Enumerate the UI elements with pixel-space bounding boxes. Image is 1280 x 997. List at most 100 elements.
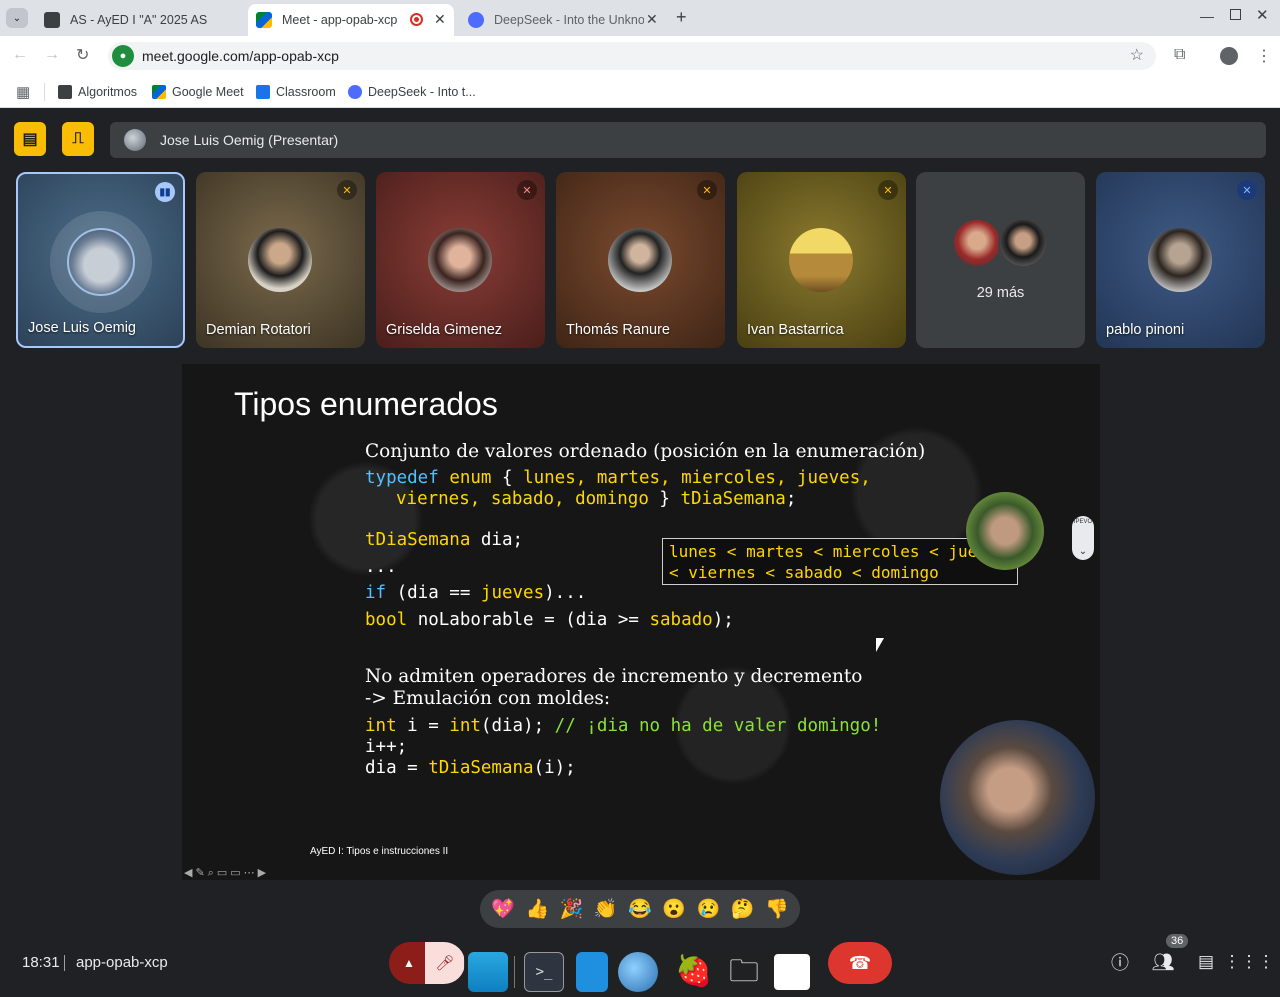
- avatar: [67, 228, 135, 296]
- leave-presentation-button[interactable]: ⎍: [62, 122, 94, 156]
- extensions-icon[interactable]: ⧉: [1174, 46, 1185, 64]
- close-tab-icon[interactable]: ✕: [434, 11, 446, 28]
- terminal-icon[interactable]: >_: [524, 952, 564, 992]
- activities-grid-icon[interactable]: ⋮⋮⋮: [1224, 950, 1275, 974]
- meeting-info-icon[interactable]: ⓘ: [1108, 950, 1132, 974]
- reload-icon[interactable]: ↻: [76, 45, 89, 65]
- text-editor-icon[interactable]: [772, 952, 812, 992]
- avatar: [248, 228, 312, 292]
- bookmarks-bar: ▦ Algoritmos Google Meet Classroom DeepS…: [0, 76, 1280, 108]
- avatar: [608, 228, 672, 292]
- audio-options-button[interactable]: ▲: [389, 942, 429, 984]
- strawberry-icon[interactable]: 🍓: [674, 952, 714, 992]
- code-line: typedef enum { lunes, martes, miercoles,…: [365, 468, 871, 488]
- reaction-party[interactable]: 🎉: [560, 897, 584, 921]
- mic-off-icon: ✕: [697, 180, 717, 200]
- reaction-thinking[interactable]: 🤔: [731, 897, 755, 921]
- mouse-cursor: [876, 638, 884, 652]
- stop-presenting-button[interactable]: ▤: [14, 122, 46, 156]
- bookmark-classroom[interactable]: Classroom: [256, 82, 336, 102]
- browser-globe-icon[interactable]: [618, 952, 658, 992]
- desktop-icon[interactable]: [468, 952, 508, 992]
- reaction-thumbs-down[interactable]: 👎: [765, 897, 789, 921]
- bookmark-google-meet[interactable]: Google Meet: [152, 82, 244, 102]
- shared-slide: Tipos enumerados Conjunto de valores ord…: [182, 364, 1100, 880]
- google-meet-icon: [152, 85, 166, 99]
- participant-tile[interactable]: ✕ Demian Rotatori: [196, 172, 365, 348]
- divider: [44, 83, 45, 101]
- chevron-down-icon[interactable]: ⌄: [1079, 546, 1087, 557]
- tab-meet[interactable]: Meet - app-opab-xcp ✕: [248, 4, 454, 36]
- deepseek-icon: [348, 85, 362, 99]
- avatar: [124, 129, 146, 151]
- mic-off-icon: 🎤︎: [435, 955, 455, 972]
- reaction-sad[interactable]: 😢: [697, 897, 721, 921]
- microphone-button[interactable]: 🎤︎: [425, 942, 465, 984]
- classroom-icon: [58, 85, 72, 99]
- recording-icon: [410, 13, 423, 26]
- mic-off-icon: ✕: [878, 180, 898, 200]
- presenting-label: Jose Luis Oemig (Presentar): [160, 132, 339, 148]
- reaction-heart[interactable]: 💖: [491, 897, 515, 921]
- close-tab-icon[interactable]: ✕: [646, 11, 658, 28]
- bookmark-algoritmos[interactable]: Algoritmos: [58, 82, 137, 102]
- back-icon[interactable]: ←: [12, 46, 28, 64]
- reaction-laugh[interactable]: 😂: [628, 897, 652, 921]
- slide-footer: AyED I: Tipos e instrucciones II: [310, 846, 449, 857]
- tab-deepseek[interactable]: DeepSeek - Into the Unkno ✕: [462, 4, 670, 36]
- file-manager-icon[interactable]: [576, 952, 608, 992]
- profile-avatar[interactable]: [1220, 47, 1238, 65]
- site-info-icon[interactable]: ●: [112, 45, 134, 67]
- code-line: int i = int(dia); // ¡dia no ha de valer…: [365, 716, 882, 736]
- minimize-icon[interactable]: —: [1200, 8, 1214, 24]
- presenter-thumbnail: [966, 492, 1044, 570]
- presenting-banner: Jose Luis Oemig (Presentar): [110, 122, 1266, 158]
- people-icon[interactable]: 👥︎: [1151, 950, 1175, 974]
- reaction-clap[interactable]: 👏: [594, 897, 618, 921]
- folder-icon[interactable]: 🗀: [724, 952, 764, 992]
- avatar: [998, 218, 1048, 268]
- slide-text: -> Emulación con moldes:: [365, 688, 611, 709]
- tab-strip: ⌄ AS - AyED I "A" 2025 AS - Al ✕ Meet - …: [0, 0, 1280, 36]
- reaction-thumbs-up[interactable]: 👍: [525, 897, 549, 921]
- leave-call-button[interactable]: ☎: [828, 942, 892, 984]
- reaction-surprised[interactable]: 😮: [662, 897, 686, 921]
- classroom-icon: [44, 12, 60, 28]
- forward-icon[interactable]: →: [44, 46, 60, 64]
- chevron-up-icon: ▲: [403, 956, 415, 970]
- code-line: dia = tDiaSemana(i);: [365, 758, 576, 778]
- code-line: bool noLaborable = (dia >= sabado);: [365, 610, 734, 630]
- ipevo-widget[interactable]: IPEVO ⌄: [1072, 516, 1094, 560]
- participant-tile[interactable]: ✕ pablo pinoni: [1096, 172, 1265, 348]
- restore-icon[interactable]: [1230, 9, 1241, 20]
- address-bar[interactable]: ● meet.google.com/app-opab-xcp ☆: [108, 42, 1156, 70]
- classroom-icon: [256, 85, 270, 99]
- bookmark-star-icon[interactable]: ☆: [1130, 45, 1144, 65]
- close-window-icon[interactable]: ✕: [1256, 6, 1269, 24]
- avatar: [1148, 228, 1212, 292]
- participant-tile[interactable]: ✕ Ivan Bastarrica: [737, 172, 906, 348]
- avatar: [789, 228, 853, 292]
- participant-tile[interactable]: ▮▮ Jose Luis Oemig: [16, 172, 185, 348]
- mic-off-icon: ✕: [337, 180, 357, 200]
- slideshow-controls[interactable]: ◀✎⌕▭▭⋯▶: [184, 866, 269, 880]
- divider: [514, 956, 515, 988]
- url-text: meet.google.com/app-opab-xcp: [142, 48, 339, 64]
- deepseek-icon: [468, 12, 484, 28]
- bookmark-deepseek[interactable]: DeepSeek - Into t...: [348, 82, 476, 102]
- participant-tile[interactable]: ✕ Griselda Gimenez: [376, 172, 545, 348]
- more-participants-tile[interactable]: 29 más: [916, 172, 1085, 348]
- code-line: ...: [365, 557, 397, 577]
- tab-classroom[interactable]: AS - AyED I "A" 2025 AS - Al ✕: [38, 4, 262, 36]
- door-icon: ⎍: [72, 130, 84, 147]
- menu-icon[interactable]: ⋮: [1256, 46, 1272, 66]
- avatar: [428, 228, 492, 292]
- avatar: [952, 218, 1002, 268]
- chat-icon[interactable]: ▤: [1194, 950, 1218, 974]
- tab-search-button[interactable]: ⌄: [6, 8, 28, 28]
- meeting-time: 18:31: [22, 954, 60, 971]
- apps-grid-icon[interactable]: ▦: [16, 83, 30, 101]
- new-tab-icon[interactable]: +: [676, 7, 687, 28]
- code-line: viernes, sabado, domingo } tDiaSemana;: [396, 489, 797, 509]
- participant-tile[interactable]: ✕ Thomás Ranure: [556, 172, 725, 348]
